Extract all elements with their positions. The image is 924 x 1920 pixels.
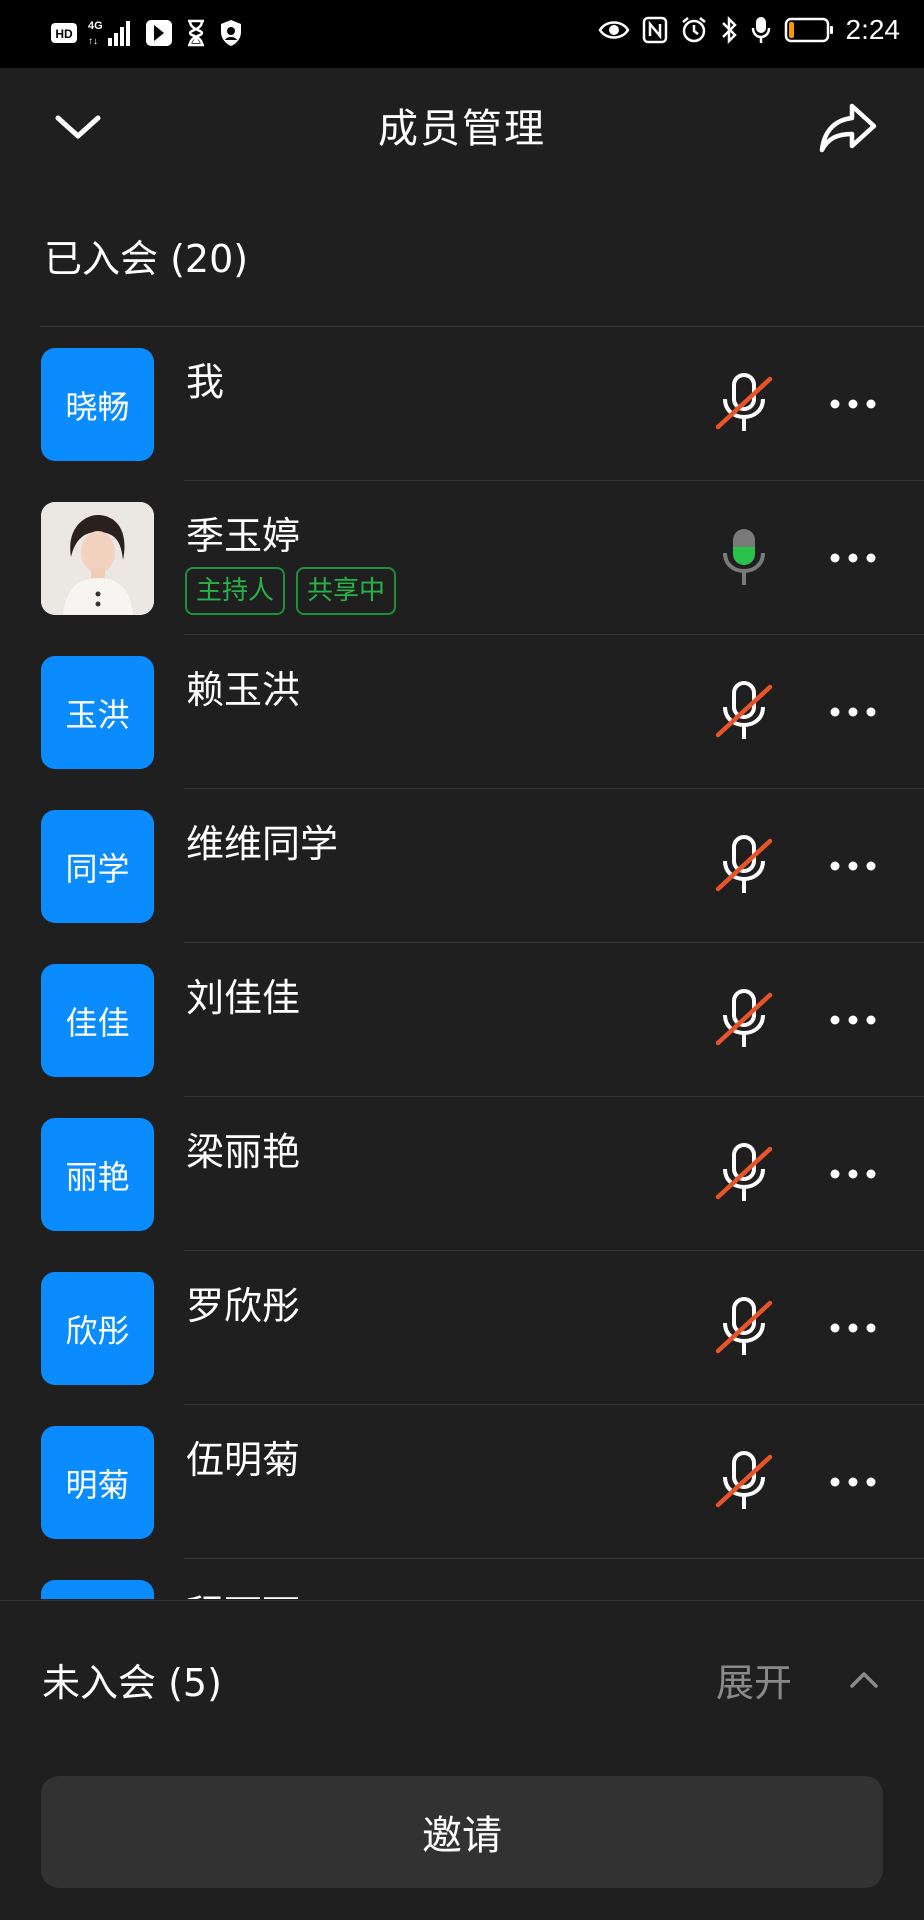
signal-4g-icon: 4G ↑↓ bbox=[88, 20, 130, 47]
not-joined-title: 未入会 (5) bbox=[42, 1661, 222, 1705]
mic-on-icon[interactable] bbox=[714, 525, 774, 591]
member-row[interactable]: 季玉婷主持人 共享中 bbox=[0, 481, 924, 635]
battery-icon bbox=[784, 17, 833, 43]
chevron-up-icon[interactable] bbox=[846, 1662, 882, 1698]
member-name: 季玉婷 bbox=[186, 514, 301, 558]
svg-text:↑↓: ↑↓ bbox=[88, 36, 98, 47]
invite-button[interactable]: 邀请 bbox=[41, 1776, 883, 1888]
app-notification-icon bbox=[146, 20, 172, 46]
member-name: 刘佳佳 bbox=[186, 976, 301, 1020]
avatar bbox=[41, 1580, 154, 1599]
member-name: 维维同学 bbox=[186, 822, 339, 866]
member-row[interactable]: 佳佳 刘佳佳 bbox=[0, 943, 924, 1097]
svg-text:4G: 4G bbox=[88, 20, 103, 32]
alarm-icon bbox=[681, 17, 706, 43]
more-options-icon[interactable] bbox=[828, 699, 878, 725]
share-icon[interactable] bbox=[816, 96, 880, 160]
status-bar: HD 4G ↑↓ 2:24 bbox=[0, 0, 924, 68]
avatar: 晓畅 bbox=[41, 348, 154, 461]
joined-section-title: 已入会 (20) bbox=[44, 237, 249, 281]
more-options-icon[interactable] bbox=[828, 391, 878, 417]
svg-text:HD: HD bbox=[55, 27, 73, 41]
top-bar: 成员管理 bbox=[0, 68, 924, 188]
member-row[interactable]: 同学 维维同学 bbox=[0, 789, 924, 943]
more-options-icon[interactable] bbox=[828, 853, 878, 879]
mic-icon bbox=[751, 17, 770, 43]
member-name: 罗欣彤 bbox=[186, 1284, 301, 1328]
member-row[interactable]: 晓畅我 bbox=[0, 327, 924, 481]
hourglass-icon bbox=[188, 19, 204, 47]
more-options-icon[interactable] bbox=[828, 1469, 878, 1495]
person-photo-icon bbox=[41, 502, 154, 615]
avatar: 玉洪 bbox=[41, 656, 154, 769]
mic-muted-icon[interactable] bbox=[714, 371, 774, 437]
shield-icon bbox=[221, 20, 241, 46]
bluetooth-icon bbox=[721, 15, 737, 45]
member-row[interactable]: 欣彤 罗欣彤 bbox=[0, 1251, 924, 1405]
member-row[interactable]: 丽艳 梁丽艳 bbox=[0, 1097, 924, 1251]
mic-muted-icon[interactable] bbox=[714, 987, 774, 1053]
member-name: 伍明菊 bbox=[186, 1438, 301, 1482]
expand-button[interactable]: 展开 bbox=[716, 1652, 792, 1707]
mic-muted-icon[interactable] bbox=[714, 1449, 774, 1515]
not-joined-panel: 未入会 (5) 展开 邀请 bbox=[0, 1600, 924, 1920]
avatar: 明菊 bbox=[41, 1426, 154, 1539]
member-row[interactable]: 明菊 伍明菊 bbox=[0, 1405, 924, 1559]
more-options-icon[interactable] bbox=[828, 1161, 878, 1187]
page-title: 成员管理 bbox=[378, 106, 546, 152]
hd-icon: HD bbox=[51, 23, 77, 43]
member-name: 赖玉洪 bbox=[186, 668, 301, 712]
avatar: 佳佳 bbox=[41, 964, 154, 1077]
avatar-photo bbox=[41, 502, 154, 615]
sharing-badge: 共享中 bbox=[296, 567, 397, 615]
mic-muted-icon[interactable] bbox=[714, 833, 774, 899]
eye-icon bbox=[598, 21, 629, 39]
status-left-icons: HD 4G ↑↓ bbox=[50, 18, 244, 48]
member-name: 我 bbox=[186, 360, 225, 404]
avatar: 欣彤 bbox=[41, 1272, 154, 1385]
avatar: 丽艳 bbox=[41, 1118, 154, 1231]
more-options-icon[interactable] bbox=[828, 1315, 878, 1341]
status-right-icons: 2:24 bbox=[598, 14, 901, 46]
more-options-icon[interactable] bbox=[828, 545, 878, 571]
nfc-icon bbox=[642, 16, 667, 44]
member-tags: 主持人 共享中 bbox=[185, 567, 397, 615]
member-name: 程丽丽 bbox=[186, 1583, 300, 1599]
avatar: 同学 bbox=[41, 810, 154, 923]
more-options-icon[interactable] bbox=[828, 1007, 878, 1033]
mic-muted-icon[interactable] bbox=[714, 1141, 774, 1207]
mic-muted-icon[interactable] bbox=[714, 679, 774, 745]
member-name: 梁丽艳 bbox=[186, 1130, 301, 1174]
member-row[interactable]: 玉洪 赖玉洪 bbox=[0, 635, 924, 789]
host-badge: 主持人 bbox=[185, 567, 286, 615]
member-row[interactable]: 程丽丽 bbox=[0, 1559, 924, 1599]
member-list[interactable]: 晓畅我季玉婷 主持人 共享中 玉洪 赖玉洪 同学 维维同学 佳佳 刘佳佳 丽艳 梁丽艳 欣彤 罗欣彤 明菊… bbox=[0, 327, 924, 1599]
divider bbox=[0, 1600, 924, 1601]
mic-muted-icon[interactable] bbox=[714, 1295, 774, 1361]
status-time: 2:24 bbox=[845, 14, 901, 45]
